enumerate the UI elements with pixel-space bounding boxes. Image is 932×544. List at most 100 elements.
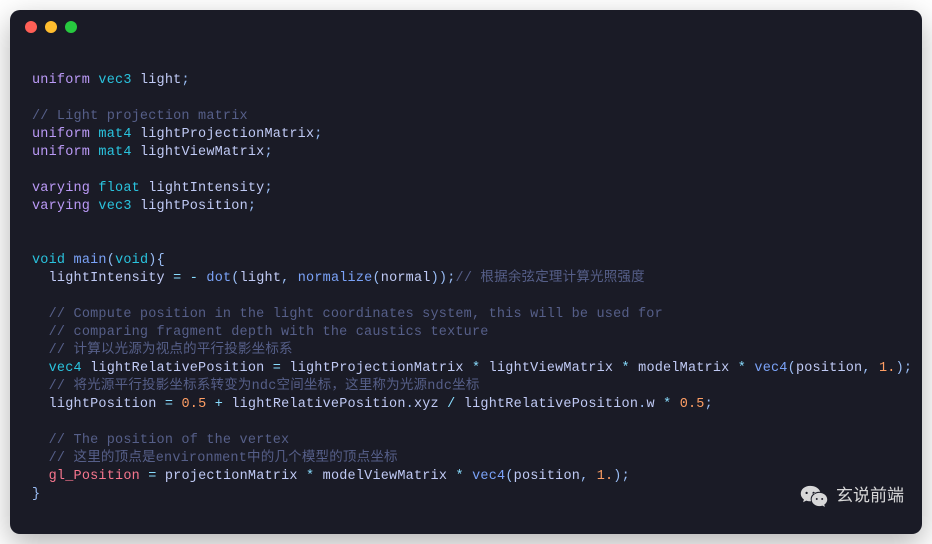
token-ws: [132, 73, 140, 88]
token-num: 0.5: [680, 397, 705, 412]
token-num: 1.: [597, 469, 614, 484]
token-punct: ): [896, 361, 904, 376]
token-ident: lightProjectionMatrix: [289, 361, 463, 376]
code-line: // comparing fragment depth with the cau…: [32, 324, 900, 342]
token-ws: [32, 433, 49, 448]
close-icon[interactable]: [25, 21, 37, 33]
token-ws: [729, 361, 737, 376]
token-type: mat4: [98, 145, 131, 160]
token-ident: w: [646, 397, 654, 412]
token-punct: (: [107, 253, 115, 268]
token-ident: lightPosition: [140, 199, 248, 214]
token-ident: lightRelativePosition: [464, 397, 638, 412]
token-ident: lightViewMatrix: [140, 145, 265, 160]
token-ident: normal: [381, 271, 431, 286]
token-type: void: [32, 253, 65, 268]
token-punct: ;: [705, 397, 713, 412]
wechat-icon: [800, 484, 828, 508]
token-ws: [32, 271, 49, 286]
token-ws: [32, 397, 49, 412]
token-fn: normalize: [298, 271, 373, 286]
token-ident: light: [240, 271, 282, 286]
token-type: mat4: [98, 127, 131, 142]
token-ident: lightProjectionMatrix: [140, 127, 314, 142]
token-ident: modelMatrix: [638, 361, 729, 376]
token-comment: // The position of the vertex: [49, 433, 290, 448]
code-line: // 计算以光源为视点的平行投影坐标系: [32, 342, 900, 360]
token-comment: // 根据余弦定理计算光照强度: [456, 271, 645, 286]
token-op: *: [622, 361, 630, 376]
minimize-icon[interactable]: [45, 21, 57, 33]
token-ident: lightViewMatrix: [489, 361, 614, 376]
token-fn: main: [74, 253, 107, 268]
code-line: [32, 54, 900, 72]
token-type: vec3: [98, 73, 131, 88]
token-ws: [613, 361, 621, 376]
code-line: }: [32, 486, 900, 504]
code-line: uniform mat4 lightViewMatrix;: [32, 144, 900, 162]
code-line: [32, 414, 900, 432]
token-punct: .: [406, 397, 414, 412]
token-op: =: [148, 469, 156, 484]
token-punct: ;: [904, 361, 912, 376]
code-line: vec4 lightRelativePosition = lightProjec…: [32, 360, 900, 378]
token-ident: lightIntensity: [148, 181, 264, 196]
token-ws: [32, 469, 49, 484]
code-line: [32, 234, 900, 252]
token-ws: [132, 127, 140, 142]
token-punct: ): [613, 469, 621, 484]
token-ws: [132, 145, 140, 160]
code-line: // The position of the vertex: [32, 432, 900, 450]
token-ws: [671, 397, 679, 412]
code-line: // 将光源平行投影坐标系转变为ndc空间坐标，这里称为光源ndc坐标: [32, 378, 900, 396]
code-line: [32, 216, 900, 234]
token-builtin: gl_Position: [49, 469, 140, 484]
token-ws: [32, 325, 49, 340]
code-line: uniform mat4 lightProjectionMatrix;: [32, 126, 900, 144]
token-ident: lightRelativePosition: [90, 361, 264, 376]
token-punct: ): [148, 253, 156, 268]
token-ws: [630, 361, 638, 376]
code-line: uniform vec3 light;: [32, 72, 900, 90]
code-line: varying float lightIntensity;: [32, 180, 900, 198]
token-punct: }: [32, 487, 40, 502]
token-type: void: [115, 253, 148, 268]
token-punct: ,: [862, 361, 870, 376]
token-comment: // 将光源平行投影坐标系转变为ndc空间坐标，这里称为光源ndc坐标: [49, 379, 480, 394]
token-punct: {: [157, 253, 165, 268]
token-fn: vec4: [754, 361, 787, 376]
code-line: lightIntensity = - dot(light, normalize(…: [32, 270, 900, 288]
token-ws: [455, 397, 463, 412]
token-ws: [65, 253, 73, 268]
token-op: *: [455, 469, 463, 484]
token-ws: [314, 469, 322, 484]
token-ws: [264, 361, 272, 376]
token-ident: lightRelativePosition: [231, 397, 405, 412]
token-ws: [165, 271, 173, 286]
token-punct: ;: [447, 271, 455, 286]
token-punct: (: [788, 361, 796, 376]
token-ws: [480, 361, 488, 376]
code-line: varying vec3 lightPosition;: [32, 198, 900, 216]
code-window: uniform vec3 light; // Light projection …: [10, 10, 922, 534]
code-line: [32, 162, 900, 180]
token-type: vec3: [98, 199, 131, 214]
token-comment: // Light projection matrix: [32, 109, 248, 124]
token-ws: [32, 361, 49, 376]
token-num: 1.: [879, 361, 896, 376]
token-kw: uniform: [32, 73, 90, 88]
watermark-text: 玄说前端: [836, 487, 904, 505]
token-ident: lightPosition: [49, 397, 157, 412]
maximize-icon[interactable]: [65, 21, 77, 33]
token-ident: position: [796, 361, 862, 376]
token-ws: [206, 397, 214, 412]
token-ident: xyz: [414, 397, 439, 412]
code-line: [32, 288, 900, 306]
token-ws: [82, 361, 90, 376]
code-line: void main(void){: [32, 252, 900, 270]
watermark: 玄说前端: [800, 484, 904, 508]
token-ws: [32, 343, 49, 358]
token-fn: dot: [206, 271, 231, 286]
code-line: // Light projection matrix: [32, 108, 900, 126]
token-op: *: [738, 361, 746, 376]
